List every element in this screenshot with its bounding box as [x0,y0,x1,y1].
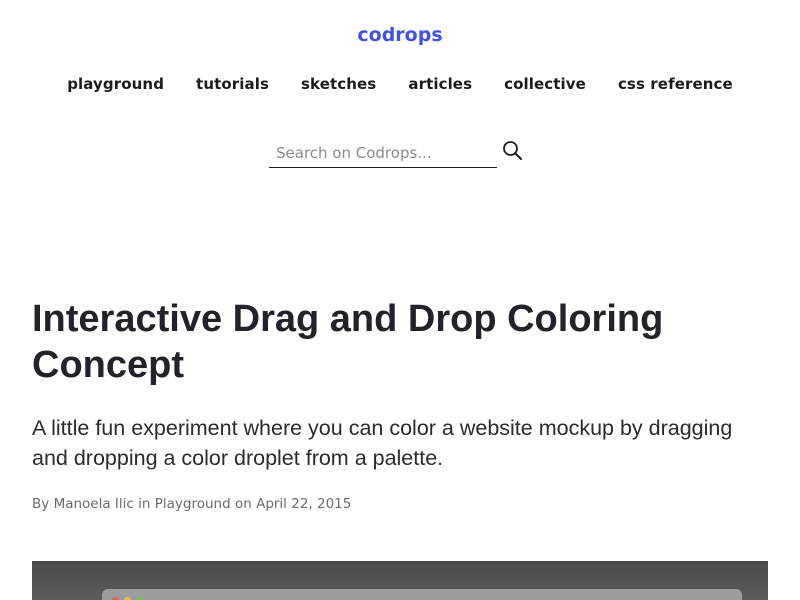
search-form [269,138,529,170]
site-logo[interactable]: codrops [0,22,800,48]
hero-image [32,561,768,600]
nav-item-collective[interactable]: collective [504,74,586,94]
meta-by: By [32,496,50,512]
meta-category-link[interactable]: Playground [155,496,231,512]
article-title: Interactive Drag and Drop Coloring Conce… [32,298,664,386]
nav-item-sketches[interactable]: sketches [301,74,376,94]
search-input[interactable] [269,138,497,168]
meta-in: in [138,496,151,512]
meta-on: on [234,496,252,512]
nav-item-articles[interactable]: articles [408,74,472,94]
page: codrops playground tutorials sketches ar… [0,0,800,600]
nav-item-css-reference[interactable]: css reference [618,74,733,94]
nav-item-playground[interactable]: playground [67,74,164,94]
nav-item-tutorials[interactable]: tutorials [196,74,269,94]
meta-author-link[interactable]: Manoela Ilic [54,496,134,512]
search-icon[interactable] [501,139,525,163]
browser-mockup [102,589,742,600]
main-nav: playground tutorials sketches articles c… [0,74,800,94]
article-meta: By Manoela Ilic in Playground on April 2… [32,494,351,514]
article-subtitle: A little fun experiment where you can co… [32,416,733,470]
meta-date: April 22, 2015 [256,496,352,512]
